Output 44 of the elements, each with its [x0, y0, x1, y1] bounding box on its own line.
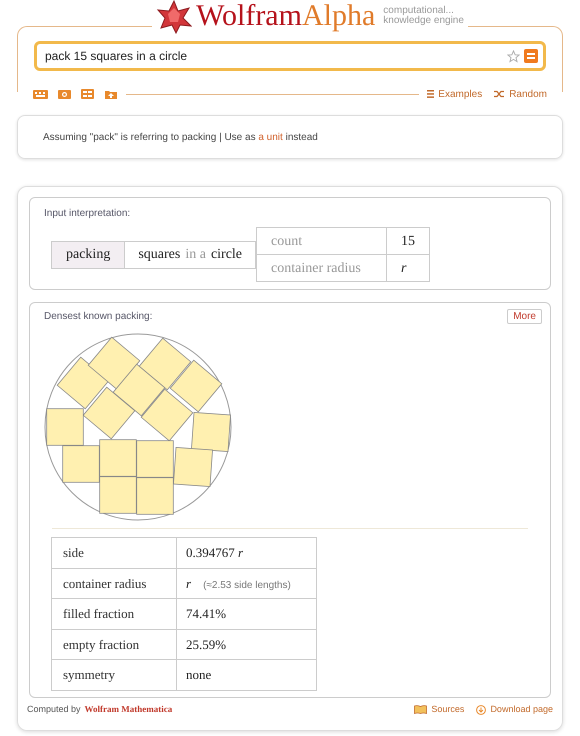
value-text: r	[186, 576, 192, 590]
download-icon	[476, 704, 486, 715]
search-field[interactable]: pack 15 squares in a circle	[34, 41, 546, 71]
camera-icon[interactable]	[58, 89, 71, 99]
sources-link[interactable]: Sources	[414, 703, 464, 716]
table-cell: filled fraction	[52, 598, 176, 629]
tagline-text: computational...	[383, 6, 454, 16]
examples-link[interactable]: Examples	[427, 86, 482, 102]
table-cell: symmetry	[52, 660, 176, 690]
list-icon	[427, 90, 434, 98]
star-logo-icon	[156, 0, 192, 34]
table-cell: squares in a circle	[125, 240, 256, 268]
note-text: (≈2.53 side lengths)	[203, 580, 291, 590]
table-cell: count	[256, 228, 387, 254]
logo-text: Wolfram	[196, 0, 302, 32]
computed-by-text: Computed by	[27, 703, 81, 716]
table-cell: 0.394767 r	[176, 538, 316, 568]
assumption-text: Assuming "pack" is referring to packing | Use as a unit instead	[43, 130, 318, 144]
table-cell: 25.59%	[176, 629, 316, 660]
table-cell: empty fraction	[52, 629, 176, 660]
random-link[interactable]: Random	[494, 86, 547, 102]
table-cell: container radius	[52, 568, 176, 598]
logo-text: Alpha	[302, 0, 376, 32]
table-cell: packing	[51, 240, 126, 268]
table-icon[interactable]	[81, 89, 94, 99]
table-cell: 74.41%	[176, 598, 316, 629]
equals-button-icon[interactable]	[524, 49, 538, 63]
folder-upload-icon[interactable]	[104, 88, 118, 100]
book-icon	[414, 705, 428, 714]
mathematica-link[interactable]: Wolfram Mathematica	[84, 703, 172, 716]
download-link[interactable]: Download page	[476, 703, 553, 716]
shuffle-icon	[494, 90, 506, 98]
pod-title: Densest known packing:	[44, 310, 152, 324]
table-cell: none	[176, 660, 316, 690]
star-icon[interactable]	[507, 50, 520, 62]
table-cell: side	[52, 538, 176, 568]
pod-title: Input interpretation:	[44, 207, 132, 221]
table-cell: r	[386, 254, 430, 282]
keyboard-icon[interactable]	[33, 90, 48, 98]
tagline-text: knowledge engine	[383, 16, 464, 26]
more-button[interactable]: More	[507, 309, 542, 324]
unit-link[interactable]: a unit	[258, 132, 283, 142]
table-cell: container radius	[256, 254, 387, 282]
table-cell: 15	[386, 228, 430, 254]
